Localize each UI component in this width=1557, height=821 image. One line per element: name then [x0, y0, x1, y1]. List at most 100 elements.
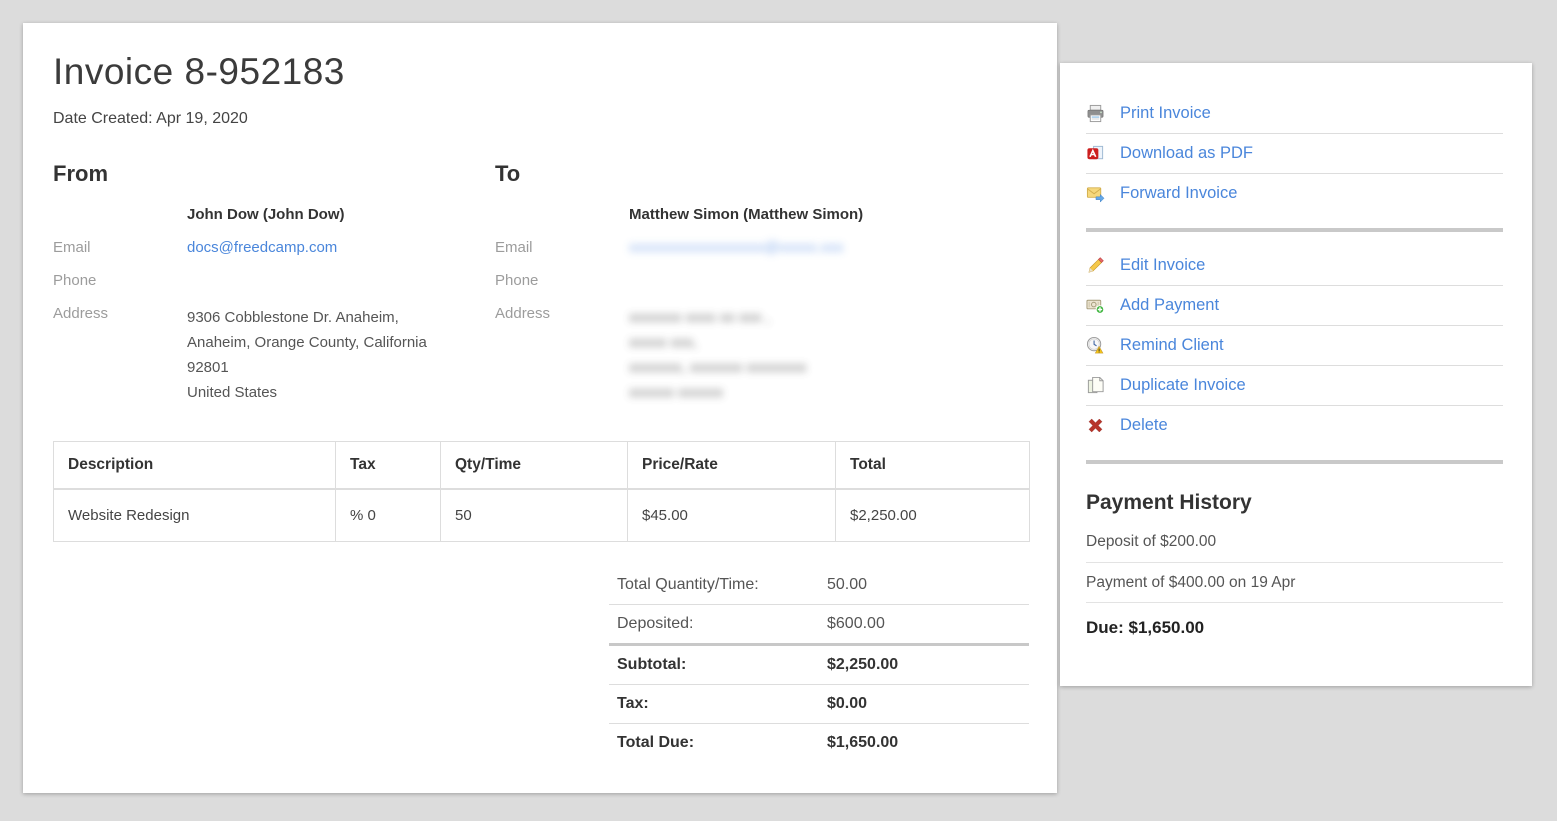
print-invoice-label[interactable]: Print Invoice [1120, 104, 1211, 123]
parties-section: From John Dow (John Dow) Email docs@free… [53, 161, 1029, 405]
total-quantity-value: 50.00 [827, 576, 1021, 594]
table-row: Website Redesign % 0 50 $45.00 $2,250.00 [54, 489, 1030, 542]
delete-x-icon [1086, 416, 1105, 435]
tax-row: Tax: $0.00 [609, 684, 1029, 723]
to-address-redacted-line: xxxxxx xxxxxx [629, 380, 807, 405]
to-email-redacted: xxxxxxxxxxxxxxxxxx@xxxxx.xxx [629, 237, 843, 256]
subtotal-row: Subtotal: $2,250.00 [609, 643, 1029, 684]
item-total-cell: $2,250.00 [836, 489, 1030, 542]
from-name-row: John Dow (John Dow) [53, 204, 495, 237]
from-address-row: Address 9306 Cobblestone Dr. Anaheim, An… [53, 303, 495, 405]
subtotal-label: Subtotal: [617, 656, 827, 674]
from-address-label: Address [53, 303, 187, 322]
subtotal-value: $2,250.00 [827, 656, 1021, 674]
from-name-label [53, 204, 187, 206]
invoice-title: Invoice 8-952183 [53, 51, 1029, 93]
column-header-total: Total [836, 442, 1030, 490]
from-phone-label: Phone [53, 270, 187, 289]
remind-client-label[interactable]: Remind Client [1120, 336, 1224, 355]
invoice-items-table: Description Tax Qty/Time Price/Rate Tota… [53, 441, 1030, 542]
to-email-label: Email [495, 237, 629, 256]
download-as-pdf-button[interactable]: Download as PDF [1086, 133, 1503, 173]
item-tax-cell: % 0 [336, 489, 441, 542]
total-quantity-row: Total Quantity/Time: 50.00 [609, 566, 1029, 604]
from-section: From John Dow (John Dow) Email docs@free… [53, 161, 495, 405]
to-address-redacted: xxxxxxx xxxx xx xxx , xxxxx xxx, xxxxxxx… [629, 303, 807, 405]
total-due-row: Total Due: $1,650.00 [609, 723, 1029, 762]
payment-history-entry: Payment of $400.00 on 19 Apr [1086, 562, 1503, 602]
duplicate-invoice-button[interactable]: Duplicate Invoice [1086, 365, 1503, 405]
add-payment-button[interactable]: Add Payment [1086, 285, 1503, 325]
edit-invoice-button[interactable]: Edit Invoice [1086, 245, 1503, 285]
deposited-row: Deposited: $600.00 [609, 604, 1029, 643]
from-address-line: United States [187, 380, 427, 405]
column-header-tax: Tax [336, 442, 441, 490]
to-address-redacted-line: xxxxxxx xxxx xx xxx , [629, 305, 807, 330]
item-qty-time-cell: 50 [441, 489, 628, 542]
add-payment-icon [1086, 296, 1105, 315]
total-quantity-label: Total Quantity/Time: [617, 576, 827, 594]
group-separator [1086, 460, 1503, 464]
from-heading: From [53, 161, 495, 187]
deposited-value: $600.00 [827, 615, 1021, 633]
invoice-actions-panel: Print Invoice Download as PDF Forward In… [1060, 63, 1532, 686]
to-address-label: Address [495, 303, 629, 322]
group-separator [1086, 228, 1503, 232]
to-phone-row: Phone [495, 270, 1029, 303]
to-name: Matthew Simon (Matthew Simon) [629, 204, 863, 223]
payment-due-amount: Due: $1,650.00 [1086, 602, 1503, 638]
edit-invoice-label[interactable]: Edit Invoice [1120, 256, 1205, 275]
from-address-line: 9306 Cobblestone Dr. Anaheim, [187, 305, 427, 330]
to-address-row: Address xxxxxxx xxxx xx xxx , xxxxx xxx,… [495, 303, 1029, 405]
to-address-redacted-line: xxxxxxx, xxxxxxx xxxxxxxx [629, 355, 807, 380]
payment-history-entry: Deposit of $200.00 [1086, 522, 1503, 562]
total-due-label: Total Due: [617, 734, 827, 752]
forward-invoice-button[interactable]: Forward Invoice [1086, 173, 1503, 213]
tax-label: Tax: [617, 695, 827, 713]
duplicate-pages-icon [1086, 376, 1105, 395]
invoice-date-created: Date Created: Apr 19, 2020 [53, 110, 1029, 128]
column-header-description: Description [54, 442, 336, 490]
action-group-manage: Edit Invoice Add Payment Remind Client D… [1086, 245, 1503, 445]
duplicate-invoice-label[interactable]: Duplicate Invoice [1120, 376, 1246, 395]
from-address-value: 9306 Cobblestone Dr. Anaheim, Anaheim, O… [187, 303, 427, 405]
item-description-cell: Website Redesign [54, 489, 336, 542]
to-email-row: Email xxxxxxxxxxxxxxxxxx@xxxxx.xxx [495, 237, 1029, 270]
total-due-value: $1,650.00 [827, 734, 1021, 752]
to-address-redacted-line: xxxxx xxx, [629, 330, 807, 355]
remind-client-button[interactable]: Remind Client [1086, 325, 1503, 365]
deposited-label: Deposited: [617, 615, 827, 633]
from-email-link[interactable]: docs@freedcamp.com [187, 239, 337, 256]
forward-envelope-icon [1086, 184, 1105, 203]
to-name-label [495, 204, 629, 206]
to-section: To Matthew Simon (Matthew Simon) Email x… [495, 161, 1029, 405]
items-table-header-row: Description Tax Qty/Time Price/Rate Tota… [54, 442, 1030, 490]
invoice-card: Invoice 8-952183 Date Created: Apr 19, 2… [23, 23, 1057, 793]
action-group-output: Print Invoice Download as PDF Forward In… [1086, 93, 1503, 213]
to-heading: To [495, 161, 1029, 187]
forward-invoice-label[interactable]: Forward Invoice [1120, 184, 1237, 203]
tax-value: $0.00 [827, 695, 1021, 713]
payment-history-heading: Payment History [1086, 491, 1503, 515]
item-price-rate-cell: $45.00 [628, 489, 836, 542]
delete-button[interactable]: Delete [1086, 405, 1503, 445]
to-name-row: Matthew Simon (Matthew Simon) [495, 204, 1029, 237]
column-header-qty-time: Qty/Time [441, 442, 628, 490]
add-payment-label[interactable]: Add Payment [1120, 296, 1219, 315]
printer-icon [1086, 104, 1105, 123]
from-email-row: Email docs@freedcamp.com [53, 237, 495, 270]
delete-label[interactable]: Delete [1120, 416, 1168, 435]
remind-clock-icon [1086, 336, 1105, 355]
to-phone-label: Phone [495, 270, 629, 289]
pencil-icon [1086, 256, 1105, 275]
print-invoice-button[interactable]: Print Invoice [1086, 93, 1503, 133]
pdf-icon [1086, 144, 1105, 163]
from-name: John Dow (John Dow) [187, 204, 344, 223]
from-address-line: Anaheim, Orange County, California [187, 330, 427, 355]
from-email-label: Email [53, 237, 187, 256]
totals-section: Total Quantity/Time: 50.00 Deposited: $6… [609, 566, 1029, 762]
from-address-line: 92801 [187, 355, 427, 380]
column-header-price-rate: Price/Rate [628, 442, 836, 490]
from-phone-row: Phone [53, 270, 495, 303]
download-as-pdf-label[interactable]: Download as PDF [1120, 144, 1253, 163]
